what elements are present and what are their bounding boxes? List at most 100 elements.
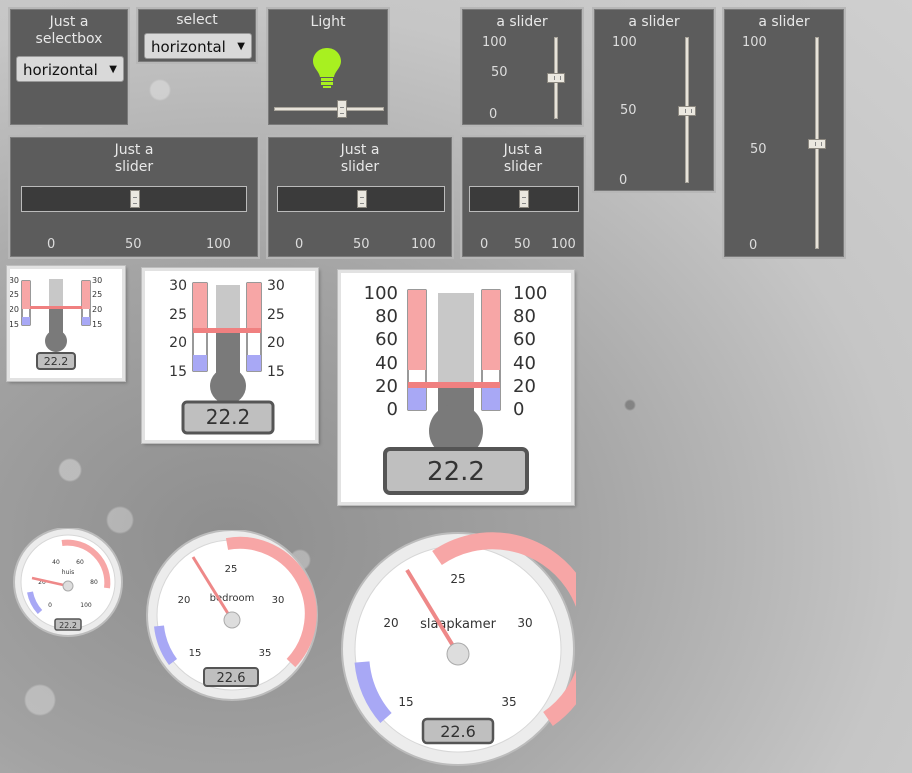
tick-label: 100 [206, 237, 231, 252]
gauge-slaapkamer: 25 20 30 15 35 slaapkamer 22.6 [341, 532, 576, 766]
tick-label: 15 [169, 364, 187, 380]
tick-label: 100 [482, 35, 507, 50]
tick-label: 15 [92, 320, 102, 329]
vslider-thumb[interactable] [678, 106, 696, 116]
hslider-title: Just a slider [268, 142, 452, 176]
tick-label: 80 [513, 306, 536, 327]
hslider-title: Just a slider [10, 142, 258, 176]
tick-label: 50 [750, 142, 767, 157]
gauge-label: huis [62, 569, 74, 576]
gauge-readout: 22.6 [440, 722, 476, 741]
thermometer-large: 100 80 60 40 20 0 100 80 60 40 20 0 22.2 [338, 270, 574, 505]
hslider-panel-1: Just a slider 0 50 100 [8, 135, 260, 259]
tick-label: 0 [387, 399, 398, 420]
gauge-readout: 22.6 [217, 671, 246, 686]
light-level-thumb[interactable] [337, 100, 347, 118]
gauge-huis: 20 40 60 80 0 100 huis 22.2 [13, 528, 123, 637]
tick-label: 100 [551, 237, 576, 252]
gauge-tick: 35 [259, 648, 272, 659]
gauge-tick: 30 [272, 595, 285, 606]
tick-label: 25 [169, 307, 187, 323]
gauge-tick: 20 [178, 595, 191, 606]
tick-label: 40 [513, 353, 536, 374]
hslider-panel-2: Just a slider 0 50 100 [266, 135, 454, 259]
chevron-down-icon: ▼ [237, 41, 245, 52]
gauge-tick: 100 [80, 602, 92, 609]
gauge-label: slaapkamer [420, 617, 496, 632]
hslider-title-line2: slider [340, 159, 380, 175]
tick-label: 100 [513, 283, 547, 304]
tick-label: 30 [267, 278, 285, 294]
vslider-thumb[interactable] [547, 73, 565, 83]
light-level-track[interactable] [274, 107, 384, 111]
tick-label: 25 [92, 290, 102, 299]
tick-label: 0 [47, 237, 56, 252]
tick-label: 50 [353, 237, 370, 252]
gauge-tick: 60 [76, 559, 84, 566]
tick-label: 0 [513, 399, 524, 420]
select-panel: select horizontal ▼ [136, 7, 258, 64]
tick-label: 20 [375, 376, 398, 397]
hslider-title-line1: Just a [114, 142, 154, 158]
thermometer-medium: 30 25 20 15 30 25 20 15 22.2 [142, 268, 318, 443]
hslider-title: Just a slider [462, 142, 584, 176]
light-panel: Light [266, 7, 390, 127]
hslider-title-line2: slider [503, 159, 543, 175]
tick-label: 80 [375, 306, 398, 327]
gauge-readout: 22.2 [59, 621, 77, 630]
tick-label: 0 [749, 238, 758, 253]
tick-label: 50 [620, 103, 637, 118]
hslider-title-line1: Just a [340, 142, 380, 158]
tick-label: 0 [489, 107, 498, 122]
hslider-thumb[interactable] [130, 190, 140, 208]
tick-label: 30 [169, 278, 187, 294]
gauge-tick: 25 [450, 572, 465, 586]
vslider-title: a slider [496, 14, 548, 30]
gauge-tick: 30 [517, 616, 532, 630]
gauge-tick: 20 [383, 616, 398, 630]
gauge-tick: 40 [52, 559, 60, 566]
tick-label: 100 [742, 35, 767, 50]
tick-label: 15 [10, 320, 19, 329]
gauge-tick: 15 [398, 695, 413, 709]
thermometer-small: 30 25 20 15 30 25 20 15 22.2 [7, 266, 125, 381]
select-value: horizontal [23, 61, 98, 79]
selectbox-title: Just a selectbox [35, 14, 103, 47]
thermometer-readout: 22.2 [44, 355, 69, 368]
orientation-select[interactable]: horizontal ▼ [16, 56, 124, 82]
tick-label: 40 [375, 353, 398, 374]
gauge-bedroom: 25 20 30 15 35 bedroom 22.6 [146, 530, 318, 701]
gauge-tick: 80 [90, 579, 98, 586]
tick-label: 100 [411, 237, 436, 252]
tick-label: 30 [10, 276, 19, 285]
tick-label: 15 [267, 364, 285, 380]
tick-label: 50 [514, 237, 531, 252]
tick-label: 20 [169, 335, 187, 351]
tick-label: 20 [92, 305, 102, 314]
orientation-select-2[interactable]: horizontal ▼ [144, 33, 252, 59]
tick-label: 0 [619, 173, 628, 188]
vslider-thumb[interactable] [808, 139, 826, 149]
hslider-title-line1: Just a [503, 142, 543, 158]
tick-label: 60 [375, 329, 398, 350]
tick-label: 100 [364, 283, 398, 304]
hslider-thumb[interactable] [357, 190, 367, 208]
tick-label: 30 [92, 276, 102, 285]
gauge-tick: 0 [48, 602, 52, 609]
tick-label: 20 [513, 376, 536, 397]
chevron-down-icon: ▼ [109, 64, 117, 75]
gauge-tick: 15 [189, 648, 202, 659]
vslider-title: a slider [628, 14, 680, 30]
hslider-thumb[interactable] [519, 190, 529, 208]
selectbox-panel: Just a selectbox horizontal ▼ [8, 7, 130, 127]
select-title: select [176, 12, 218, 28]
gauge-tick: 35 [501, 695, 516, 709]
lightbulb-icon[interactable] [312, 47, 342, 89]
hslider-panel-3: Just a slider 0 50 100 [460, 135, 586, 259]
select-value: horizontal [151, 38, 226, 56]
vslider-panel-2: a slider 100 50 0 [592, 7, 716, 193]
tick-label: 25 [267, 307, 285, 323]
light-title: Light [310, 14, 346, 30]
vslider-panel-1: a slider 100 50 0 [460, 7, 584, 127]
hslider-title-line2: slider [114, 159, 154, 175]
